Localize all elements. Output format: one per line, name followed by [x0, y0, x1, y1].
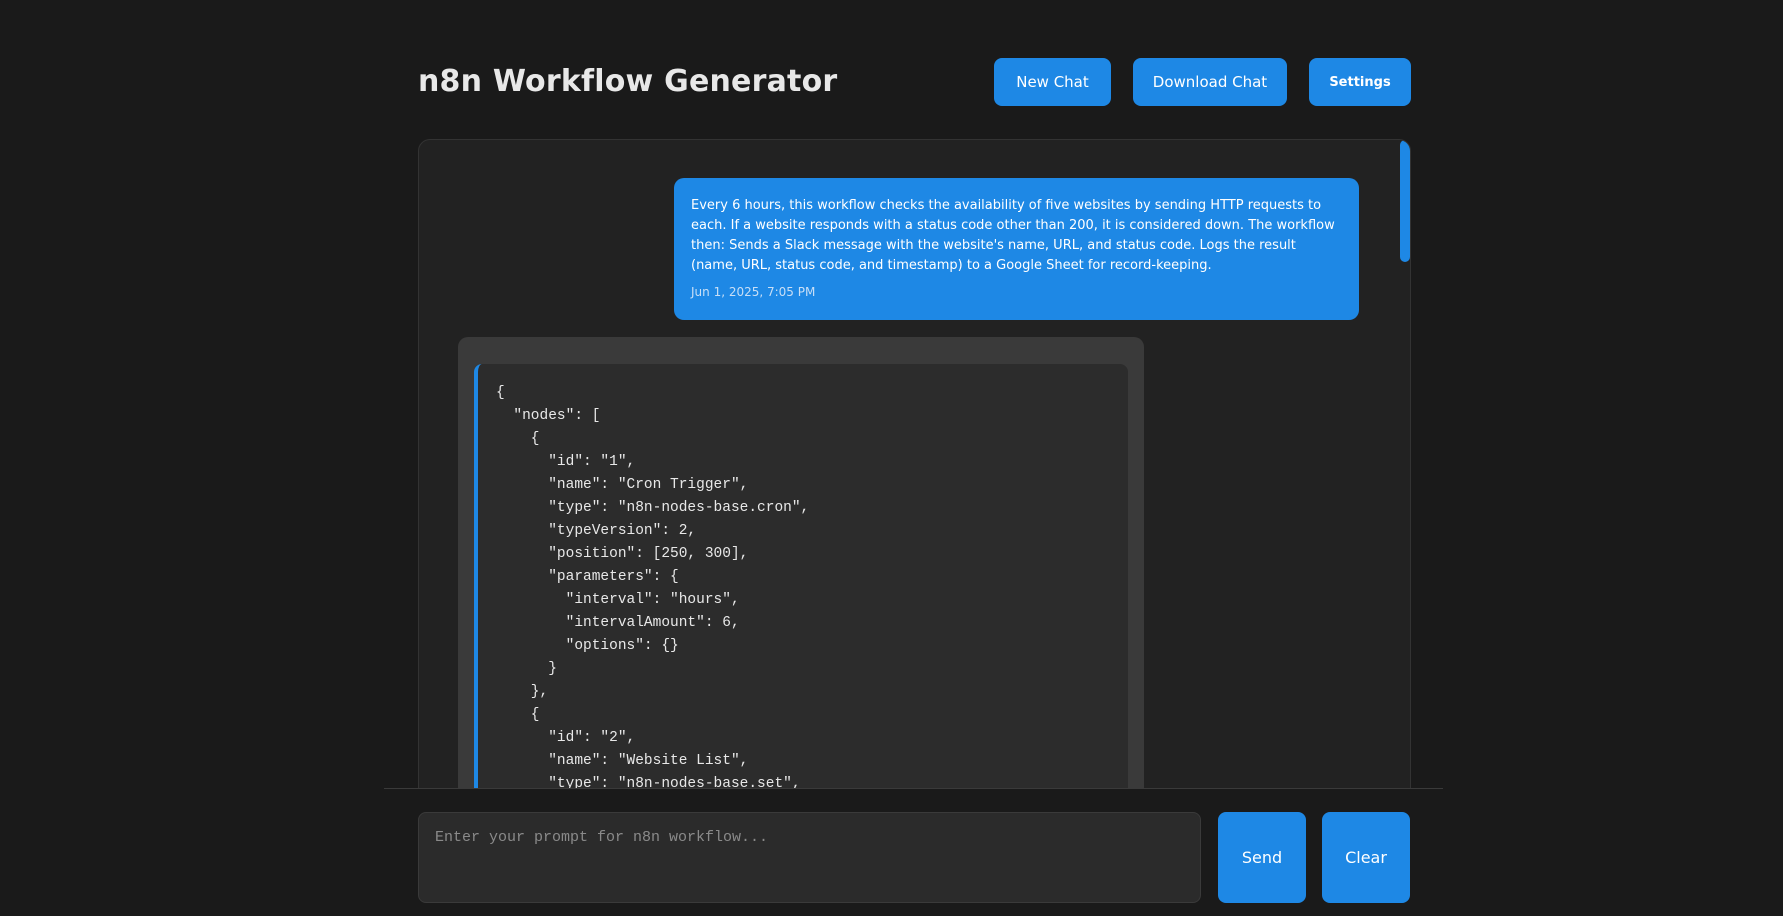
prompt-input[interactable] [418, 812, 1201, 903]
code-line: { [496, 707, 540, 723]
footer-divider [384, 788, 1443, 789]
code-line: { [496, 385, 505, 401]
send-button[interactable]: Send [1218, 812, 1306, 903]
user-message-timestamp: Jun 1, 2025, 7:05 PM [691, 285, 816, 299]
chat-history[interactable]: Every 6 hours, this workflow checks the … [418, 139, 1411, 791]
code-line: "nodes": [ [496, 408, 601, 424]
user-message-text: Every 6 hours, this workflow checks the … [691, 198, 1335, 273]
page-title: n8n Workflow Generator [418, 64, 838, 99]
code-line: "name": "Website List", [496, 753, 749, 769]
code-line: "typeVersion": 2, [496, 523, 697, 539]
download-chat-button[interactable]: Download Chat [1133, 58, 1287, 106]
code-line: "intervalAmount": 6, [496, 615, 740, 631]
app-root: n8n Workflow Generator New Chat Download… [0, 0, 1783, 916]
code-line: "type": "n8n-nodes-base.cron", [496, 500, 810, 516]
settings-button[interactable]: Settings [1309, 58, 1411, 106]
clear-button[interactable]: Clear [1322, 812, 1410, 903]
new-chat-button[interactable]: New Chat [994, 58, 1111, 106]
code-line: "parameters": { [496, 569, 679, 585]
user-message: Every 6 hours, this workflow checks the … [674, 178, 1359, 320]
code-line: { [496, 431, 540, 447]
code-line: "id": "2", [496, 730, 636, 746]
code-line: "name": "Cron Trigger", [496, 477, 749, 493]
code-line: "interval": "hours", [496, 592, 740, 608]
code-line: }, [496, 684, 549, 700]
assistant-message: { "nodes": [ { "id": "1", "name": "Cron … [458, 337, 1144, 790]
code-line: "position": [250, 300], [496, 546, 749, 562]
header: n8n Workflow Generator New Chat Download… [418, 58, 1411, 108]
code-line: "id": "1", [496, 454, 636, 470]
code-line: "options": {} [496, 638, 679, 654]
code-line: } [496, 661, 557, 677]
chat-scrollbar[interactable] [1400, 140, 1410, 262]
workflow-json-code-block: { "nodes": [ { "id": "1", "name": "Cron … [474, 364, 1128, 790]
